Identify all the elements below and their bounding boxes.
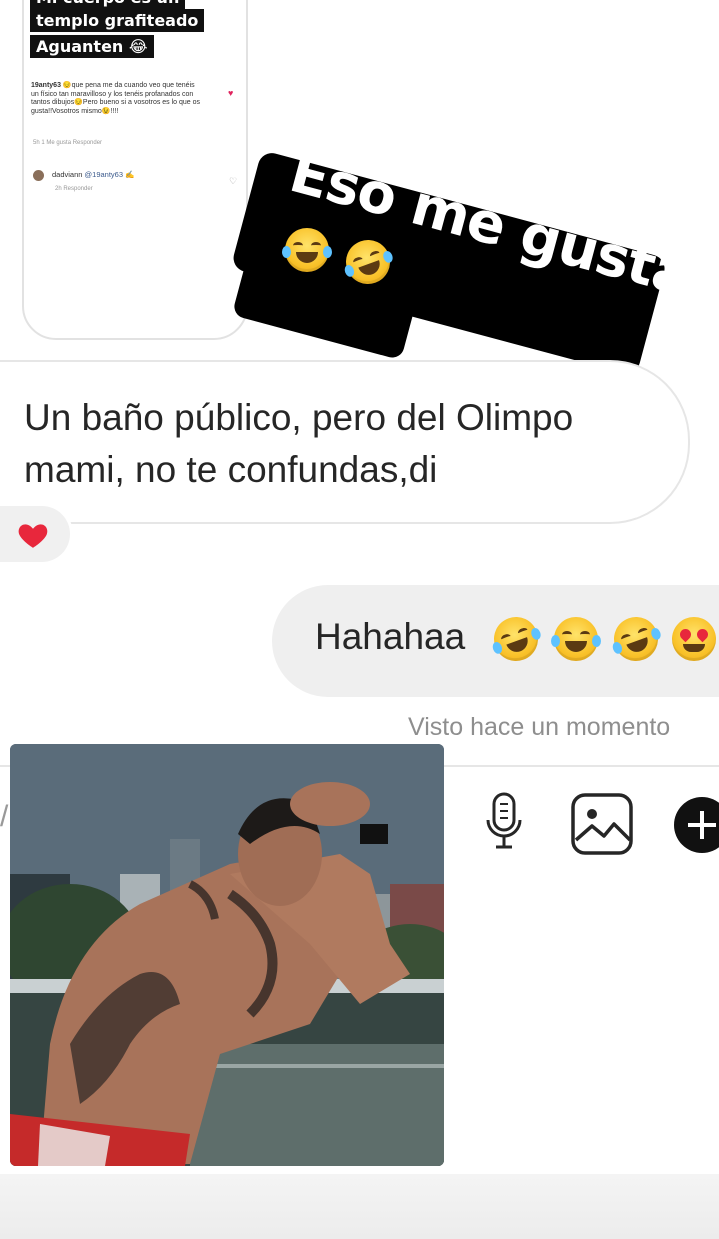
reply-like-heart-icon: ♡: [229, 176, 238, 186]
photo-illustration: [10, 744, 444, 1166]
shared-photo[interactable]: [10, 744, 444, 1166]
heart-reaction-icon: [18, 524, 48, 548]
reply-meta: 2h Responder: [55, 186, 93, 192]
received-message-text: Un baño público, pero del Olimpo mami, n…: [24, 397, 574, 490]
comment-username: 19anty63: [31, 82, 61, 89]
heart-eyes-emoji-icon: [672, 617, 716, 661]
comment-like-heart-icon: ♥: [228, 88, 234, 98]
sent-message-text: Hahahaa: [315, 616, 466, 657]
seen-status: Visto hace un momento: [408, 713, 671, 741]
joy-emoji-icon: [551, 617, 601, 661]
reply-mention: @19anty63 ✍: [84, 170, 135, 179]
post-caption-line-2: templo grafiteado: [30, 9, 205, 32]
joy-emoji-icon: [282, 228, 332, 272]
reply-line: dadviann @19anty63 ✍: [52, 170, 134, 179]
reply-username: dadviann: [52, 170, 83, 179]
reply-avatar: [33, 170, 44, 181]
post-caption-line-1: Mi cuerpo es un: [30, 0, 186, 9]
post-comment: 19anty63 😔que pena me da cuando veo que …: [31, 82, 201, 116]
comment-meta: 5h 1 Me gusta Responder: [33, 140, 103, 146]
plus-circle-icon[interactable]: [672, 795, 719, 855]
microphone-icon[interactable]: [484, 792, 524, 854]
gallery-icon[interactable]: [570, 792, 634, 856]
composer-input[interactable]: /: [0, 800, 8, 834]
post-caption-line-3: Aguanten 😂: [30, 35, 154, 58]
bottom-area: [0, 1174, 719, 1239]
